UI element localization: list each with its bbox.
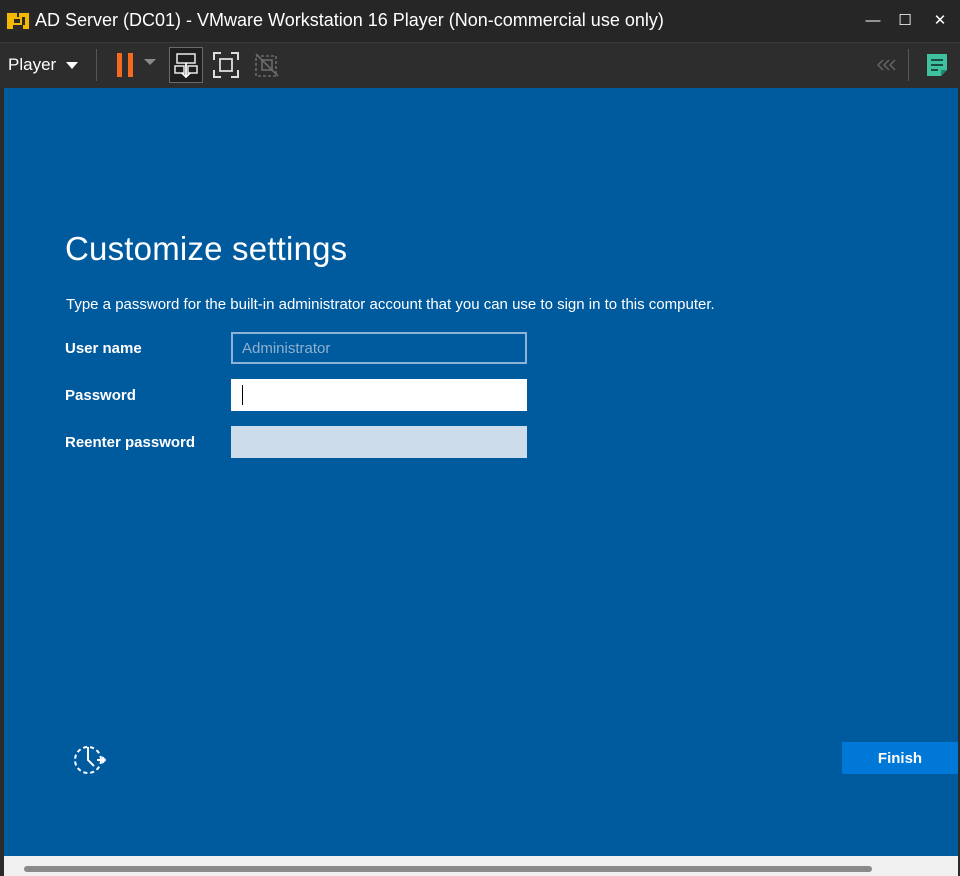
close-button[interactable]: ✕	[926, 9, 954, 33]
notes-icon	[927, 54, 947, 76]
toolbar-divider	[908, 49, 909, 81]
password-field[interactable]	[231, 379, 527, 411]
pause-button[interactable]	[108, 47, 142, 83]
toolbar-divider	[96, 49, 97, 81]
notes-button[interactable]	[920, 47, 954, 83]
username-field	[231, 332, 527, 364]
window-title: AD Server (DC01) - VMware Workstation 16…	[35, 10, 664, 30]
send-ctrl-alt-del-icon	[174, 53, 198, 79]
chevron-down-icon	[66, 61, 79, 69]
unity-button[interactable]	[250, 47, 284, 83]
pause-icon	[117, 53, 133, 77]
ease-of-access-icon	[74, 746, 107, 774]
collapse-toolbar-button[interactable]	[870, 47, 904, 83]
collapse-icon	[877, 59, 896, 71]
username-label: User name	[65, 340, 142, 357]
page-title: Customize settings	[65, 230, 348, 267]
player-menu-label: Player	[8, 55, 57, 74]
maximize-icon: ☐	[898, 12, 912, 29]
horizontal-scrollbar-thumb[interactable]	[24, 866, 872, 872]
ease-of-access-button[interactable]	[72, 743, 108, 775]
power-options-dropdown[interactable]	[144, 59, 156, 65]
full-screen-button[interactable]	[209, 47, 243, 83]
finish-button[interactable]: Finish	[842, 742, 958, 774]
minimize-icon: —	[865, 12, 881, 29]
vmware-logo-icon	[5, 11, 31, 31]
text-cursor	[242, 385, 243, 405]
reenter-password-label: Reenter password	[65, 434, 196, 451]
send-ctrl-alt-del-button[interactable]	[169, 47, 203, 83]
minimize-button[interactable]: —	[859, 9, 887, 33]
reenter-password-field[interactable]	[231, 426, 527, 458]
maximize-button[interactable]: ☐	[891, 9, 919, 33]
vmware-player-window: AD Server (DC01) - VMware Workstation 16…	[0, 0, 960, 876]
instructions-text: Type a password for the built-in adminis…	[66, 296, 715, 313]
password-label: Password	[65, 387, 136, 404]
title-bar: AD Server (DC01) - VMware Workstation 16…	[0, 0, 960, 42]
player-menu-button[interactable]: Player	[8, 50, 79, 80]
toolbar: Player	[0, 42, 960, 88]
unity-icon	[255, 53, 279, 77]
full-screen-icon	[213, 52, 239, 78]
vm-screen[interactable]: Customize settings Type a password for t…	[4, 88, 958, 856]
close-icon: ✕	[933, 12, 947, 29]
